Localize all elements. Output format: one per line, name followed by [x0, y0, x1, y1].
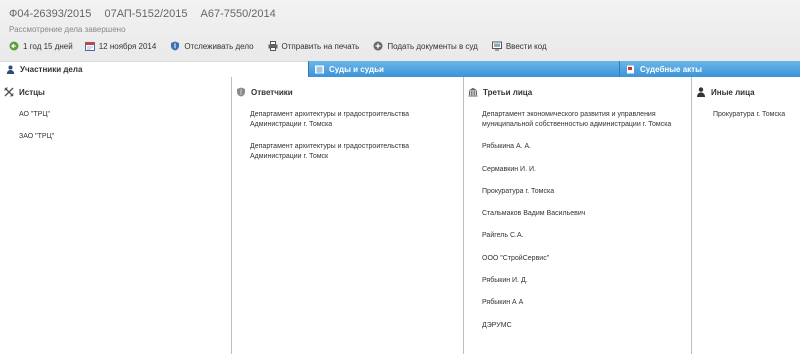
tab-participants[interactable]: Участники дела	[0, 61, 308, 77]
list-item[interactable]: Департамент архитектуры и градостроитель…	[250, 142, 450, 162]
calendar-icon	[84, 41, 95, 51]
list-item[interactable]: Рябыкина А. А.	[482, 142, 682, 152]
case-numbers: Ф04-26393/2015 07АП-5152/2015 А67-7550/2…	[9, 8, 286, 20]
date-item: 12 ноября 2014	[84, 41, 157, 51]
submit-documents-label: Подать документы в суд	[387, 41, 478, 51]
list-item[interactable]: Прокуратура г. Томска	[482, 187, 682, 197]
crossed-swords-icon	[4, 87, 14, 97]
plaintiffs-column: Истцы АО "ТРЦ" ЗАО "ТРЦ"	[0, 77, 231, 354]
list-item[interactable]: Стальмаков Вадим Васильевич	[482, 209, 682, 219]
defendants-title: Ответчики	[251, 87, 293, 97]
duration-item: 1 год 15 дней	[9, 41, 73, 51]
track-case-button[interactable]: Отслеживать дело	[170, 41, 254, 51]
defendants-list: Департамент архитектуры и градостроитель…	[250, 110, 450, 174]
case-number-appeal[interactable]: 07АП-5152/2015	[104, 8, 187, 20]
track-case-label: Отслеживать дело	[184, 41, 254, 51]
print-label: Отправить на печать	[281, 41, 360, 51]
defendants-column: Ответчики Департамент архитектуры и град…	[231, 77, 463, 354]
third-parties-title: Третьи лица	[483, 87, 533, 97]
tab-acts-label: Судебные акты	[640, 64, 702, 74]
back-arrow-icon	[9, 41, 19, 51]
tab-acts[interactable]: Судебные акты	[619, 61, 800, 77]
duration-label: 1 год 15 дней	[23, 41, 73, 51]
tab-bar: Участники дела Суды и судьи Судебные акт…	[0, 61, 800, 77]
plaintiffs-title: Истцы	[19, 87, 45, 97]
person-icon	[6, 65, 15, 74]
tab-courts[interactable]: Суды и судьи	[308, 61, 619, 77]
other-parties-title: Иные лица	[711, 87, 755, 97]
third-parties-list: Департамент экономического развития и уп…	[482, 110, 682, 343]
document-icon	[626, 65, 635, 74]
list-item[interactable]: Сермавкин И. И.	[482, 165, 682, 175]
case-header: Ф04-26393/2015 07АП-5152/2015 А67-7550/2…	[0, 0, 800, 62]
enter-code-label: Ввести код	[505, 41, 547, 51]
toolbar: 1 год 15 дней 12 ноября 2014 Отслеживать…	[9, 39, 561, 53]
list-item[interactable]: Департамент архитектуры и градостроитель…	[250, 110, 450, 130]
submit-documents-button[interactable]: Подать документы в суд	[373, 41, 478, 51]
shield-icon	[236, 87, 246, 97]
list-item[interactable]: ЗАО "ТРЦ"	[19, 132, 219, 142]
list-item[interactable]: Райгель С.А.	[482, 231, 682, 241]
tab-participants-label: Участники дела	[20, 65, 83, 74]
code-screen-icon	[491, 41, 502, 51]
courthouse-icon	[315, 65, 324, 74]
third-parties-column: Третьи лица Департамент экономического р…	[463, 77, 691, 354]
participants-panel: Истцы АО "ТРЦ" ЗАО "ТРЦ" Ответчики Депар…	[0, 77, 800, 354]
list-item[interactable]: Департамент экономического развития и уп…	[482, 110, 682, 130]
date-label: 12 ноября 2014	[98, 41, 157, 51]
plaintiffs-header: Истцы	[4, 87, 45, 97]
list-item[interactable]: Прокуратура г. Томска	[713, 110, 800, 120]
building-icon	[468, 87, 478, 97]
printer-icon	[268, 41, 278, 51]
list-item[interactable]: АО "ТРЦ"	[19, 110, 219, 120]
enter-code-button[interactable]: Ввести код	[491, 41, 547, 51]
plaintiffs-list: АО "ТРЦ" ЗАО "ТРЦ"	[19, 110, 219, 154]
defendants-header: Ответчики	[236, 87, 293, 97]
list-item[interactable]: Рябыкин А А	[482, 298, 682, 308]
other-parties-list: Прокуратура г. Томска	[713, 110, 800, 132]
tab-courts-label: Суды и судьи	[329, 64, 384, 74]
list-item[interactable]: Рябыкин И. Д.	[482, 276, 682, 286]
print-button[interactable]: Отправить на печать	[268, 41, 360, 51]
shield-icon	[170, 41, 180, 51]
case-status: Рассмотрение дела завершено	[9, 25, 126, 34]
list-item[interactable]: ДЭРУМС	[482, 321, 682, 331]
case-number-cassation[interactable]: Ф04-26393/2015	[9, 8, 91, 20]
list-item[interactable]: ООО "СтройСервис"	[482, 254, 682, 264]
case-number-first-instance[interactable]: А67-7550/2014	[201, 8, 276, 20]
other-parties-header: Иные лица	[696, 87, 755, 97]
other-parties-column: Иные лица Прокуратура г. Томска	[691, 77, 800, 354]
third-parties-header: Третьи лица	[468, 87, 532, 97]
add-circle-icon	[373, 41, 383, 51]
person-icon	[696, 87, 706, 97]
